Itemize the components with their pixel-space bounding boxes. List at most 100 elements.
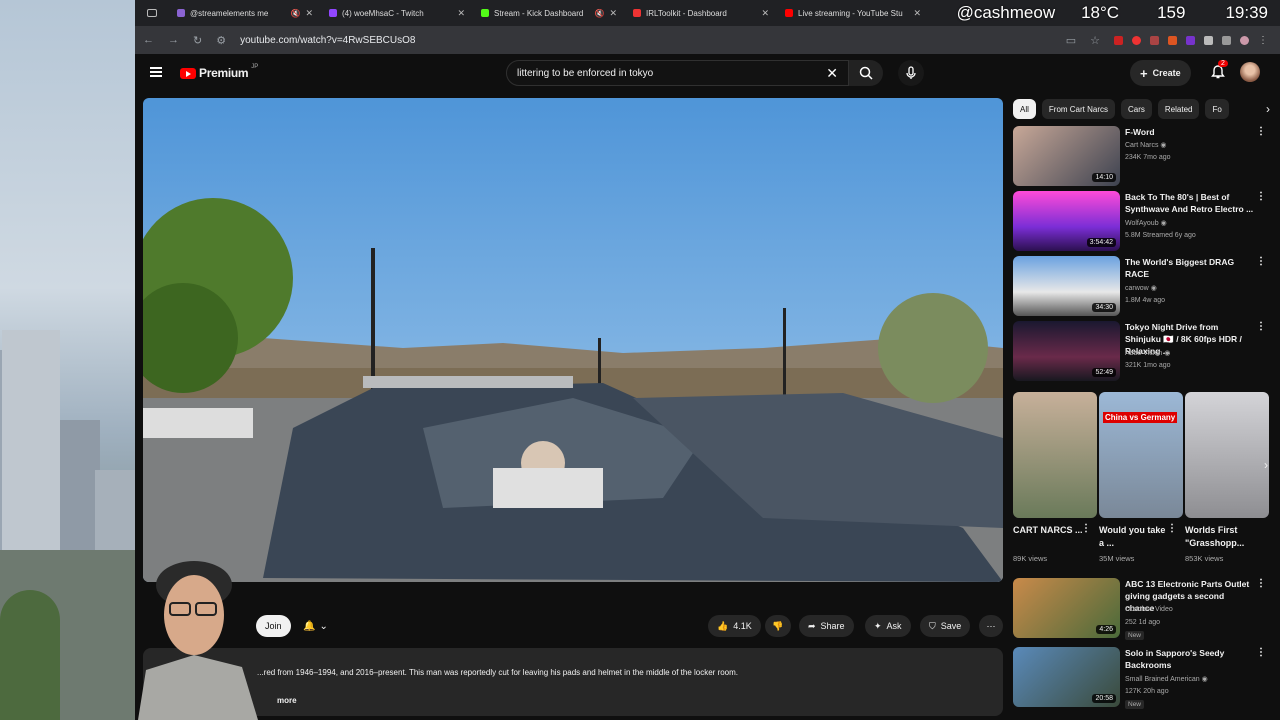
recommendation-item[interactable]: 52:49 Tokyo Night Drive from Shinjuku 🇯🇵… xyxy=(1013,321,1270,383)
channel-name[interactable]: WolfAyoub ◉ xyxy=(1125,219,1167,227)
create-button[interactable]: + Create xyxy=(1130,60,1191,86)
logo-region: JP xyxy=(251,64,259,70)
verified-icon: ◉ xyxy=(1160,220,1167,227)
streamer-image xyxy=(138,561,258,720)
reload-icon[interactable]: ↻ xyxy=(193,34,202,47)
chip-cars[interactable]: Cars xyxy=(1121,99,1152,119)
channel-name[interactable]: carwow ◉ xyxy=(1125,284,1157,292)
browser-tab[interactable]: Stream - Kick Dashboard 🔇 ✕ xyxy=(473,0,625,26)
short-title[interactable]: Would you take a ... xyxy=(1099,524,1169,550)
video-title[interactable]: The World's Biggest DRAG RACE xyxy=(1125,256,1255,280)
video-thumbnail[interactable]: 4:26 xyxy=(1013,578,1120,638)
close-tab-icon[interactable]: ✕ xyxy=(609,8,617,19)
close-tab-icon[interactable]: ✕ xyxy=(913,8,921,19)
recommendation-item[interactable]: 20:58 Solo in Sapporo's Seedy Backrooms … xyxy=(1013,647,1270,709)
mute-icon[interactable]: 🔇 xyxy=(594,9,604,18)
short-title[interactable]: CART NARCS ... xyxy=(1013,524,1083,537)
video-thumbnail[interactable]: 3:54:42 xyxy=(1013,191,1120,251)
chip-all[interactable]: All xyxy=(1013,99,1036,119)
duration-badge: 20:58 xyxy=(1092,694,1116,703)
short-title[interactable]: Worlds First "Grasshopp... xyxy=(1185,524,1255,550)
puzzle-icon[interactable] xyxy=(1204,35,1213,45)
recommendation-item[interactable]: 34:30 The World's Biggest DRAG RACE carw… xyxy=(1013,256,1270,318)
hamburger-menu-icon[interactable] xyxy=(150,67,162,77)
search-input[interactable]: littering to be enforced in tokyo xyxy=(517,68,826,79)
chevron-right-icon[interactable]: › xyxy=(1264,458,1268,472)
video-thumbnail[interactable]: 20:58 xyxy=(1013,647,1120,707)
video-title[interactable]: F-Word xyxy=(1125,126,1255,138)
profile-icon[interactable] xyxy=(1240,35,1249,45)
clear-search-icon[interactable]: ✕ xyxy=(826,65,838,82)
recommendation-item[interactable]: 14:10 F-Word Cart Narcs ◉ 234K 7mo ago ⋮ xyxy=(1013,126,1270,188)
more-vert-icon[interactable]: ⋮ xyxy=(1256,321,1266,332)
tab-search-icon[interactable] xyxy=(135,0,169,26)
channel-name[interactable]: Cart Narcs ◉ xyxy=(1125,141,1167,149)
short-overlay-text: China vs Germany xyxy=(1103,412,1178,423)
short-thumbnail[interactable]: China vs Germany xyxy=(1099,392,1183,518)
extension-icon[interactable] xyxy=(1150,35,1159,45)
like-button[interactable]: 👍 4.1K xyxy=(708,615,761,637)
extension-icon[interactable] xyxy=(1132,35,1141,45)
search-button[interactable] xyxy=(849,60,883,86)
cast-icon[interactable]: ▭ xyxy=(1066,34,1076,47)
more-vert-icon[interactable]: ⋮ xyxy=(1256,256,1266,267)
back-icon[interactable]: ← xyxy=(143,34,154,46)
search-box[interactable]: littering to be enforced in tokyo ✕ xyxy=(506,60,849,86)
mute-icon[interactable]: 🔇 xyxy=(290,9,300,18)
bookmark-star-icon[interactable]: ☆ xyxy=(1090,34,1100,47)
forward-icon[interactable]: → xyxy=(168,34,179,46)
channel-name[interactable]: Abao Vision ◉ xyxy=(1125,349,1170,357)
video-thumbnail[interactable]: 52:49 xyxy=(1013,321,1120,381)
more-vert-icon[interactable]: ⋮ xyxy=(1256,578,1266,589)
video-thumbnail[interactable]: 34:30 xyxy=(1013,256,1120,316)
recommendation-item[interactable]: 3:54:42 Back To The 80's | Best of Synth… xyxy=(1013,191,1270,253)
short-thumbnail[interactable] xyxy=(1013,392,1097,518)
video-title[interactable]: Solo in Sapporo's Seedy Backrooms xyxy=(1125,647,1255,671)
short-item[interactable]: CART NARCS ... ⋮ 89K views xyxy=(1013,392,1097,563)
short-item[interactable]: Worlds First "Grasshopp... 853K views xyxy=(1185,392,1269,563)
youtube-logo[interactable]: Premium JP xyxy=(180,64,259,80)
dislike-button[interactable]: 👎 xyxy=(765,615,791,637)
recommendation-item[interactable]: 4:26 ABC 13 Electronic Parts Outlet givi… xyxy=(1013,578,1270,640)
video-thumbnail[interactable]: 14:10 xyxy=(1013,126,1120,186)
channel-name[interactable]: Small Brained American ◉ xyxy=(1125,675,1208,683)
more-vert-icon[interactable]: ⋮ xyxy=(1258,35,1268,46)
chevron-right-icon[interactable]: › xyxy=(1266,102,1270,116)
subscribe-bell-button[interactable]: 🔔 ⌄ xyxy=(303,615,339,637)
more-vert-icon[interactable]: ⋮ xyxy=(1256,126,1266,137)
description-box[interactable]: ...red from 1946–1994, and 2016–present.… xyxy=(143,648,1003,716)
more-vert-icon[interactable]: ⋮ xyxy=(1167,523,1177,534)
browser-tab[interactable]: Live streaming - YouTube Stu ✕ xyxy=(777,0,929,26)
site-settings-icon[interactable]: ⚙ xyxy=(216,34,226,47)
close-tab-icon[interactable]: ✕ xyxy=(305,8,313,19)
url-field[interactable]: youtube.com/watch?v=4RwSEBCUsO8 xyxy=(240,35,1052,46)
ask-button[interactable]: ✦ Ask xyxy=(865,615,911,637)
close-tab-icon[interactable]: ✕ xyxy=(457,8,465,19)
sidebar-icon[interactable] xyxy=(1222,35,1231,45)
short-item[interactable]: China vs Germany Would you take a ... ⋮ … xyxy=(1099,392,1183,563)
voice-search-button[interactable] xyxy=(898,60,924,86)
share-button[interactable]: ➦ Share xyxy=(799,615,854,637)
channel-name[interactable]: Obsolete Video xyxy=(1125,606,1173,613)
chip-from-cart-narcs[interactable]: From Cart Narcs xyxy=(1041,99,1116,119)
more-vert-icon[interactable]: ⋮ xyxy=(1256,191,1266,202)
close-tab-icon[interactable]: ✕ xyxy=(761,8,769,19)
extension-icon[interactable] xyxy=(1168,35,1177,45)
more-link[interactable]: more xyxy=(277,696,297,705)
save-button[interactable]: ⛉ Save xyxy=(920,615,971,637)
bookmark-icon: ⛉ xyxy=(929,620,936,631)
extension-icon[interactable] xyxy=(1114,35,1123,45)
more-vert-icon[interactable]: ⋮ xyxy=(1256,647,1266,658)
chip-related[interactable]: Related xyxy=(1157,99,1200,119)
more-vert-icon[interactable]: ⋮ xyxy=(1081,523,1091,534)
more-actions-button[interactable]: ⋯ xyxy=(979,615,1003,637)
video-title[interactable]: Back To The 80's | Best of Synthwave And… xyxy=(1125,191,1255,215)
browser-tab[interactable]: IRLToolkit - Dashboard ✕ xyxy=(625,0,777,26)
chip-fo[interactable]: Fo xyxy=(1205,99,1229,119)
short-thumbnail[interactable] xyxy=(1185,392,1269,518)
extension-icon[interactable] xyxy=(1186,35,1195,45)
video-player[interactable] xyxy=(143,98,1003,582)
browser-tab[interactable]: @streamelements me 🔇 ✕ xyxy=(169,0,321,26)
browser-tab[interactable]: (4) woeMhsaC - Twitch ✕ xyxy=(321,0,473,26)
account-avatar[interactable] xyxy=(1240,62,1260,82)
